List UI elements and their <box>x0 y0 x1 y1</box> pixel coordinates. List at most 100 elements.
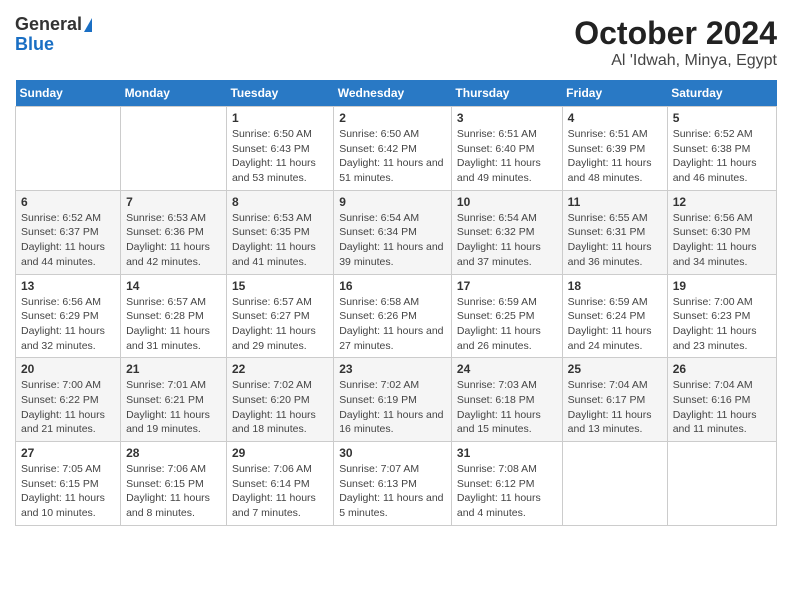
weekday-header-row: SundayMondayTuesdayWednesdayThursdayFrid… <box>16 80 777 107</box>
calendar-cell: 21 Sunrise: 7:01 AMSunset: 6:21 PMDayligh… <box>121 358 227 442</box>
calendar-cell: 25 Sunrise: 7:04 AMSunset: 6:17 PMDayligh… <box>562 358 667 442</box>
day-detail: Sunrise: 7:06 AMSunset: 6:15 PMDaylight:… <box>126 463 210 519</box>
day-detail: Sunrise: 7:00 AMSunset: 6:22 PMDaylight:… <box>21 379 105 435</box>
weekday-header-sunday: Sunday <box>16 80 121 107</box>
day-number: 14 <box>126 279 221 293</box>
day-detail: Sunrise: 7:04 AMSunset: 6:16 PMDaylight:… <box>673 379 757 435</box>
day-detail: Sunrise: 6:56 AMSunset: 6:29 PMDaylight:… <box>21 296 105 352</box>
weekday-header-monday: Monday <box>121 80 227 107</box>
calendar-cell: 23Sunrise: 7:02 AMSunset: 6:19 PMDayligh… <box>334 358 452 442</box>
day-number: 10 <box>457 195 557 209</box>
calendar-cell: 24 Sunrise: 7:03 AMSunset: 6:18 PMDayligh… <box>451 358 562 442</box>
day-number: 12 <box>673 195 771 209</box>
calendar-cell: 4Sunrise: 6:51 AMSunset: 6:39 PMDaylight… <box>562 107 667 191</box>
calendar-cell <box>121 107 227 191</box>
calendar-cell <box>667 442 776 526</box>
weekday-header-tuesday: Tuesday <box>226 80 333 107</box>
weekday-header-thursday: Thursday <box>451 80 562 107</box>
day-detail: Sunrise: 7:03 AMSunset: 6:18 PMDaylight:… <box>457 379 541 435</box>
calendar-cell: 19 Sunrise: 7:00 AMSunset: 6:23 PMDayligh… <box>667 274 776 358</box>
calendar-cell: 1 Sunrise: 6:50 AMSunset: 6:43 PMDaylight… <box>226 107 333 191</box>
calendar-cell: 22Sunrise: 7:02 AMSunset: 6:20 PMDayligh… <box>226 358 333 442</box>
calendar-cell <box>562 442 667 526</box>
day-detail: Sunrise: 7:00 AMSunset: 6:23 PMDaylight:… <box>673 296 757 352</box>
calendar-cell: 15 Sunrise: 6:57 AMSunset: 6:27 PMDayligh… <box>226 274 333 358</box>
calendar-cell: 20 Sunrise: 7:00 AMSunset: 6:22 PMDayligh… <box>16 358 121 442</box>
day-number: 17 <box>457 279 557 293</box>
day-detail: Sunrise: 6:54 AMSunset: 6:34 PMDaylight:… <box>339 212 443 268</box>
day-number: 20 <box>21 362 115 376</box>
calendar-week-2: 6Sunrise: 6:52 AMSunset: 6:37 PMDaylight… <box>16 190 777 274</box>
day-detail: Sunrise: 6:51 AMSunset: 6:39 PMDaylight:… <box>568 128 652 184</box>
day-number: 30 <box>339 446 446 460</box>
calendar-cell: 12 Sunrise: 6:56 AMSunset: 6:30 PMDayligh… <box>667 190 776 274</box>
logo-general-text: General <box>15 15 82 35</box>
calendar-cell: 2Sunrise: 6:50 AMSunset: 6:42 PMDaylight… <box>334 107 452 191</box>
day-number: 28 <box>126 446 221 460</box>
logo-blue-text: Blue <box>15 35 92 55</box>
calendar-body: 1 Sunrise: 6:50 AMSunset: 6:43 PMDaylight… <box>16 107 777 526</box>
day-number: 21 <box>126 362 221 376</box>
page-header: General Blue October 2024 Al 'Idwah, Min… <box>15 15 777 70</box>
day-number: 18 <box>568 279 662 293</box>
day-number: 3 <box>457 111 557 125</box>
day-detail: Sunrise: 7:01 AMSunset: 6:21 PMDaylight:… <box>126 379 210 435</box>
day-detail: Sunrise: 6:50 AMSunset: 6:42 PMDaylight:… <box>339 128 443 184</box>
calendar-cell: 18Sunrise: 6:59 AMSunset: 6:24 PMDayligh… <box>562 274 667 358</box>
calendar-cell: 26 Sunrise: 7:04 AMSunset: 6:16 PMDayligh… <box>667 358 776 442</box>
day-number: 26 <box>673 362 771 376</box>
day-detail: Sunrise: 6:52 AMSunset: 6:38 PMDaylight:… <box>673 128 757 184</box>
day-detail: Sunrise: 6:57 AMSunset: 6:27 PMDaylight:… <box>232 296 316 352</box>
day-number: 1 <box>232 111 328 125</box>
weekday-header-saturday: Saturday <box>667 80 776 107</box>
calendar-cell: 8Sunrise: 6:53 AMSunset: 6:35 PMDaylight… <box>226 190 333 274</box>
calendar-cell: 30Sunrise: 7:07 AMSunset: 6:13 PMDayligh… <box>334 442 452 526</box>
day-detail: Sunrise: 6:57 AMSunset: 6:28 PMDaylight:… <box>126 296 210 352</box>
day-number: 11 <box>568 195 662 209</box>
day-number: 22 <box>232 362 328 376</box>
day-detail: Sunrise: 7:06 AMSunset: 6:14 PMDaylight:… <box>232 463 316 519</box>
logo: General Blue <box>15 15 92 55</box>
calendar-week-3: 13 Sunrise: 6:56 AMSunset: 6:29 PMDayligh… <box>16 274 777 358</box>
day-number: 27 <box>21 446 115 460</box>
title-block: October 2024 Al 'Idwah, Minya, Egypt <box>574 15 777 70</box>
calendar-cell: 3 Sunrise: 6:51 AMSunset: 6:40 PMDaylight… <box>451 107 562 191</box>
calendar-title: October 2024 <box>574 15 777 52</box>
day-detail: Sunrise: 6:52 AMSunset: 6:37 PMDaylight:… <box>21 212 105 268</box>
day-detail: Sunrise: 6:56 AMSunset: 6:30 PMDaylight:… <box>673 212 757 268</box>
calendar-cell: 11Sunrise: 6:55 AMSunset: 6:31 PMDayligh… <box>562 190 667 274</box>
day-number: 24 <box>457 362 557 376</box>
calendar-cell: 5Sunrise: 6:52 AMSunset: 6:38 PMDaylight… <box>667 107 776 191</box>
calendar-week-4: 20 Sunrise: 7:00 AMSunset: 6:22 PMDayligh… <box>16 358 777 442</box>
day-number: 19 <box>673 279 771 293</box>
logo-triangle-icon <box>84 18 92 32</box>
day-detail: Sunrise: 6:53 AMSunset: 6:36 PMDaylight:… <box>126 212 210 268</box>
calendar-cell: 6Sunrise: 6:52 AMSunset: 6:37 PMDaylight… <box>16 190 121 274</box>
day-number: 16 <box>339 279 446 293</box>
calendar-subtitle: Al 'Idwah, Minya, Egypt <box>574 52 777 70</box>
weekday-header-friday: Friday <box>562 80 667 107</box>
calendar-cell: 27 Sunrise: 7:05 AMSunset: 6:15 PMDayligh… <box>16 442 121 526</box>
day-detail: Sunrise: 6:51 AMSunset: 6:40 PMDaylight:… <box>457 128 541 184</box>
day-detail: Sunrise: 6:54 AMSunset: 6:32 PMDaylight:… <box>457 212 541 268</box>
day-detail: Sunrise: 6:50 AMSunset: 6:43 PMDaylight:… <box>232 128 316 184</box>
weekday-header-wednesday: Wednesday <box>334 80 452 107</box>
calendar-cell: 28 Sunrise: 7:06 AMSunset: 6:15 PMDayligh… <box>121 442 227 526</box>
calendar-week-5: 27 Sunrise: 7:05 AMSunset: 6:15 PMDayligh… <box>16 442 777 526</box>
calendar-cell <box>16 107 121 191</box>
day-number: 13 <box>21 279 115 293</box>
day-number: 25 <box>568 362 662 376</box>
day-number: 23 <box>339 362 446 376</box>
calendar-week-1: 1 Sunrise: 6:50 AMSunset: 6:43 PMDaylight… <box>16 107 777 191</box>
day-detail: Sunrise: 7:08 AMSunset: 6:12 PMDaylight:… <box>457 463 541 519</box>
day-detail: Sunrise: 7:04 AMSunset: 6:17 PMDaylight:… <box>568 379 652 435</box>
day-number: 31 <box>457 446 557 460</box>
calendar-cell: 7Sunrise: 6:53 AMSunset: 6:36 PMDaylight… <box>121 190 227 274</box>
day-number: 29 <box>232 446 328 460</box>
day-detail: Sunrise: 7:05 AMSunset: 6:15 PMDaylight:… <box>21 463 105 519</box>
day-number: 15 <box>232 279 328 293</box>
calendar-cell: 14 Sunrise: 6:57 AMSunset: 6:28 PMDayligh… <box>121 274 227 358</box>
calendar-cell: 9Sunrise: 6:54 AMSunset: 6:34 PMDaylight… <box>334 190 452 274</box>
calendar-cell: 13 Sunrise: 6:56 AMSunset: 6:29 PMDayligh… <box>16 274 121 358</box>
day-detail: Sunrise: 6:58 AMSunset: 6:26 PMDaylight:… <box>339 296 443 352</box>
